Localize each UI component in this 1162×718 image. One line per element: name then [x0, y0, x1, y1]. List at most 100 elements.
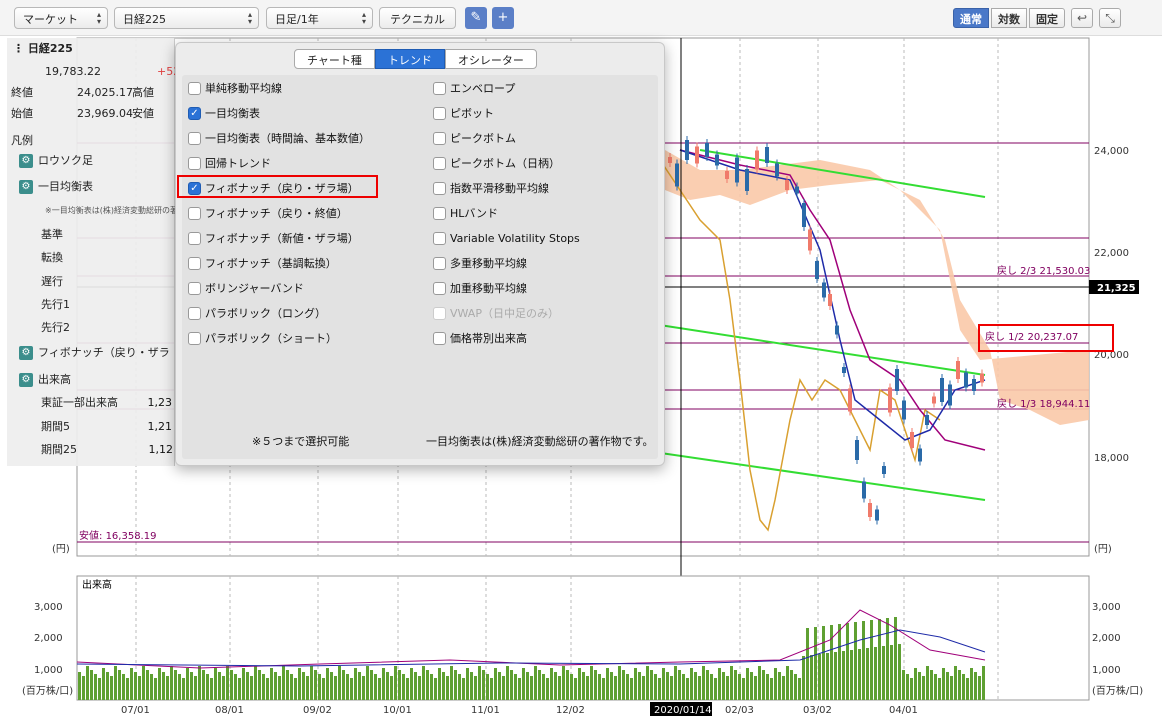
- option-right_options-6[interactable]: Variable Volatility Stops: [433, 230, 580, 248]
- legend-line-kijun: 基準: [41, 228, 63, 241]
- option-right_options-7[interactable]: 多重移動平均線: [433, 255, 527, 273]
- checkbox-icon[interactable]: [188, 331, 201, 345]
- checkbox-icon[interactable]: [433, 231, 446, 245]
- option-left_options-9[interactable]: パラボリック（ロング）: [188, 305, 326, 323]
- volume-bar: [390, 676, 393, 700]
- legend-line-senkou1: 先行1: [41, 298, 70, 311]
- y-tick-18000: 18,000: [1094, 453, 1129, 464]
- option-left_options-1[interactable]: ✓ 一目均衡表: [188, 105, 260, 123]
- option-label: HLバンド: [450, 207, 498, 220]
- volume-bar: [146, 670, 149, 700]
- volume-bar: [430, 674, 433, 700]
- option-left_options-5[interactable]: フィボナッチ（戻り・終値）: [188, 205, 348, 223]
- x-tick: 09/02: [303, 705, 332, 716]
- legend-vol-total: 東証一部出来高 1,23: [41, 394, 172, 412]
- option-left_options-0[interactable]: 単純移動平均線: [188, 80, 282, 98]
- checkbox-icon[interactable]: [433, 206, 446, 220]
- checkbox-icon[interactable]: [188, 256, 201, 270]
- option-label: Variable Volatility Stops: [450, 232, 580, 245]
- gear-icon[interactable]: ⚙: [19, 346, 33, 360]
- tab-chart-type[interactable]: チャート種: [294, 49, 375, 69]
- checkbox-icon[interactable]: [188, 131, 201, 145]
- option-label: 回帰トレンド: [205, 157, 271, 170]
- volume-bar: [382, 668, 385, 700]
- option-left_options-6[interactable]: フィボナッチ（新値・ザラ場）: [188, 230, 359, 248]
- checkbox-icon[interactable]: [433, 331, 446, 345]
- checkbox-icon[interactable]: [433, 106, 446, 120]
- volume-bar: [798, 678, 801, 700]
- volume-bar: [130, 668, 133, 700]
- legend-candle[interactable]: ⚙ ロウソク足: [19, 152, 93, 170]
- checkbox-icon[interactable]: [188, 306, 201, 320]
- volume-bar: [790, 670, 793, 700]
- checkbox-icon[interactable]: [188, 81, 201, 95]
- volume-bar: [650, 670, 653, 700]
- gear-icon[interactable]: ⚙: [19, 154, 33, 168]
- panel-title-text: 日経225: [27, 42, 73, 55]
- checkbox-icon[interactable]: [433, 81, 446, 95]
- legend-ichimoku-label: 一目均衡表: [38, 180, 93, 193]
- volume-bar: [210, 678, 213, 700]
- legend-fib[interactable]: ⚙ フィボナッチ（戻り・ザラ: [19, 344, 170, 362]
- volume-bar: [230, 670, 233, 700]
- legend-volume[interactable]: ⚙ 出来高: [19, 371, 71, 389]
- volume-bar: [614, 676, 617, 700]
- checkbox-icon[interactable]: [433, 156, 446, 170]
- legend-volume-label: 出来高: [38, 373, 71, 386]
- option-right_options-10[interactable]: 価格帯別出来高: [433, 330, 527, 348]
- volume-bar: [190, 672, 193, 700]
- checkbox-icon[interactable]: ✓: [188, 106, 201, 120]
- checkbox-icon[interactable]: [433, 281, 446, 295]
- option-left_options-8[interactable]: ボリンジャーバンド: [188, 280, 304, 298]
- candle: [964, 372, 968, 388]
- volume-bar: [174, 670, 177, 700]
- option-right_options-0[interactable]: エンベロープ: [433, 80, 515, 98]
- vol-unit-left: (百万株/口): [22, 684, 73, 697]
- volume-bar: [534, 666, 537, 700]
- option-left_options-2[interactable]: 一目均衡表（時間論、基本数値）: [188, 130, 370, 148]
- volume-bar: [742, 678, 745, 700]
- volume-bar: [554, 672, 557, 700]
- option-right_options-4[interactable]: 指数平滑移動平均線: [433, 180, 549, 198]
- legend-ichimoku[interactable]: ⚙ 一目均衡表: [19, 178, 93, 196]
- volume-bar: [178, 674, 181, 700]
- tab-trend[interactable]: トレンド: [374, 49, 445, 69]
- option-right_options-8[interactable]: 加重移動平均線: [433, 280, 527, 298]
- option-left_options-7[interactable]: フィボナッチ（基調転換）: [188, 255, 337, 273]
- volume-bar: [202, 670, 205, 700]
- tab-oscillator[interactable]: オシレーター: [444, 49, 537, 69]
- option-right_options-9[interactable]: VWAP（日中足のみ）: [433, 305, 559, 323]
- gear-icon[interactable]: ⚙: [19, 373, 33, 387]
- checkbox-icon[interactable]: [433, 256, 446, 270]
- checkbox-icon[interactable]: [188, 231, 201, 245]
- volume-bar: [786, 666, 789, 700]
- option-right_options-1[interactable]: ピボット: [433, 105, 494, 123]
- candle: [675, 163, 679, 187]
- candle: [956, 361, 960, 379]
- option-right_options-5[interactable]: HLバンド: [433, 205, 498, 223]
- checkbox-icon[interactable]: [188, 206, 201, 220]
- option-right_options-2[interactable]: ピークボトム: [433, 130, 516, 148]
- volume-bar: [622, 670, 625, 700]
- option-right_options-3[interactable]: ピークボトム（日柄）: [433, 155, 560, 173]
- volume-bar: [510, 670, 513, 700]
- checkbox-icon[interactable]: [433, 131, 446, 145]
- checkbox-icon[interactable]: [188, 156, 201, 170]
- low-value: 16,358.19: [106, 531, 157, 542]
- volume-bar: [126, 678, 129, 700]
- volume-bar: [762, 670, 765, 700]
- checkbox-icon[interactable]: [188, 281, 201, 295]
- checkbox-icon[interactable]: [433, 306, 446, 320]
- volume-bar: [690, 668, 693, 700]
- volume-bar: [654, 674, 657, 700]
- volume-bar: [522, 668, 525, 700]
- option-label: ピークボトム（日柄）: [450, 157, 560, 170]
- volume-bar: [262, 674, 265, 700]
- option-left_options-3[interactable]: 回帰トレンド: [188, 155, 271, 173]
- gear-icon[interactable]: ⚙: [19, 180, 33, 194]
- highlight-box-option: [177, 175, 378, 198]
- option-left_options-10[interactable]: パラボリック（ショート）: [188, 330, 337, 348]
- volume-bar: [490, 678, 493, 700]
- checkbox-icon[interactable]: [433, 181, 446, 195]
- volume-bar: [890, 645, 893, 700]
